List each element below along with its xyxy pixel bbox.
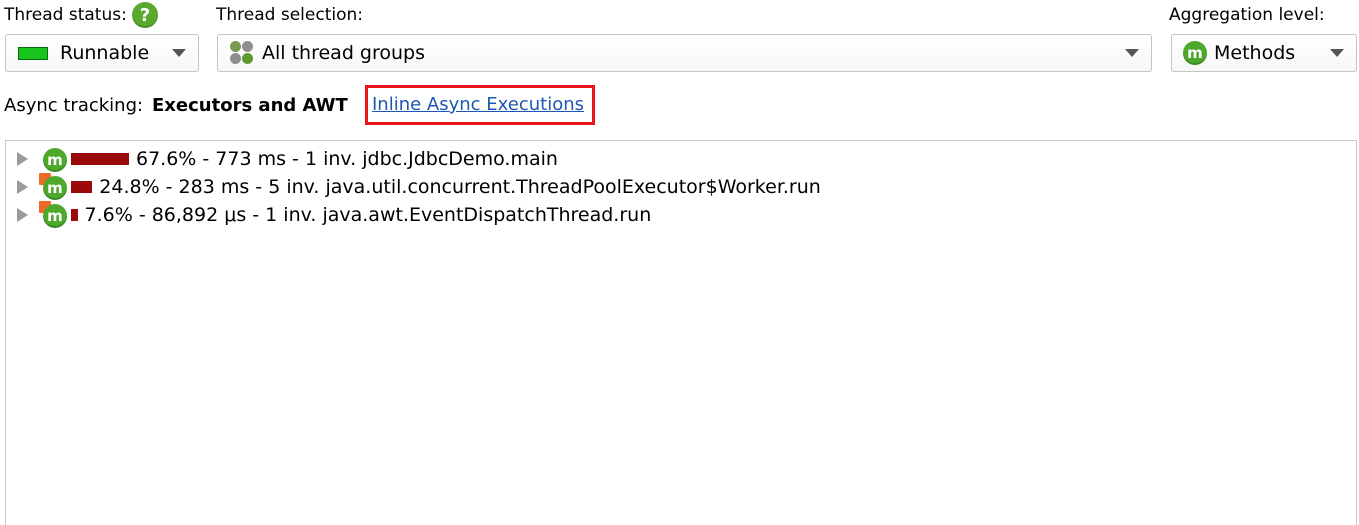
tree-row-text: 67.6% - 773 ms - 1 inv. jdbc.JdbcDemo.ma…	[136, 148, 558, 170]
thread-selection-dropdown[interactable]: All thread groups	[217, 34, 1152, 72]
tree-row[interactable]: m 7.6% - 86,892 μs - 1 inv. java.awt.Even…	[6, 201, 651, 229]
async-tracking-label: Async tracking:	[4, 95, 144, 116]
thread-status-value: Runnable	[60, 42, 150, 64]
call-tree-view: Thread status: ? Thread selection: Aggre…	[0, 0, 1359, 525]
m-icon: m	[43, 176, 67, 200]
thread-selection-value: All thread groups	[262, 42, 425, 64]
tree-row[interactable]: m 67.6% - 773 ms - 1 inv. jdbc.JdbcDemo.m…	[6, 145, 558, 173]
expand-arrow-icon[interactable]	[17, 208, 28, 222]
m-icon: m	[43, 148, 67, 172]
method-icon: m	[1183, 41, 1207, 65]
tree-row-text: 7.6% - 86,892 μs - 1 inv. java.awt.Event…	[84, 204, 652, 226]
inline-async-executions-link[interactable]: Inline Async Executions	[372, 94, 584, 115]
expand-arrow-icon[interactable]	[17, 152, 28, 166]
async-tracking-value: Executors and AWT	[152, 95, 348, 116]
m-icon: m	[43, 204, 67, 228]
tree-row-text: 24.8% - 283 ms - 5 inv. java.util.concur…	[99, 176, 821, 198]
percentage-bar	[71, 209, 78, 221]
chevron-down-icon	[1330, 49, 1344, 57]
async-method-icon: m	[39, 173, 67, 200]
runnable-status-icon	[18, 46, 48, 60]
chevron-down-icon	[172, 49, 186, 57]
chevron-down-icon	[1125, 49, 1139, 57]
thread-status-dropdown[interactable]: Runnable	[5, 34, 199, 72]
percentage-bar	[71, 181, 93, 193]
help-icon[interactable]: ?	[132, 2, 158, 28]
expand-arrow-icon[interactable]	[17, 180, 28, 194]
thread-groups-icon	[230, 41, 254, 65]
thread-status-label: Thread status:	[4, 5, 127, 25]
method-icon: m	[41, 146, 67, 172]
percentage-bar	[71, 153, 129, 165]
async-method-icon: m	[39, 201, 67, 228]
thread-selection-label: Thread selection:	[216, 5, 363, 25]
aggregation-level-label: Aggregation level:	[1169, 5, 1325, 25]
aggregation-level-value: Methods	[1214, 42, 1296, 64]
tree-row[interactable]: m 24.8% - 283 ms - 5 inv. java.util.concu…	[6, 173, 821, 201]
call-tree: m 67.6% - 773 ms - 1 inv. jdbc.JdbcDemo.m…	[5, 140, 1357, 525]
aggregation-level-dropdown[interactable]: m Methods	[1171, 34, 1357, 72]
